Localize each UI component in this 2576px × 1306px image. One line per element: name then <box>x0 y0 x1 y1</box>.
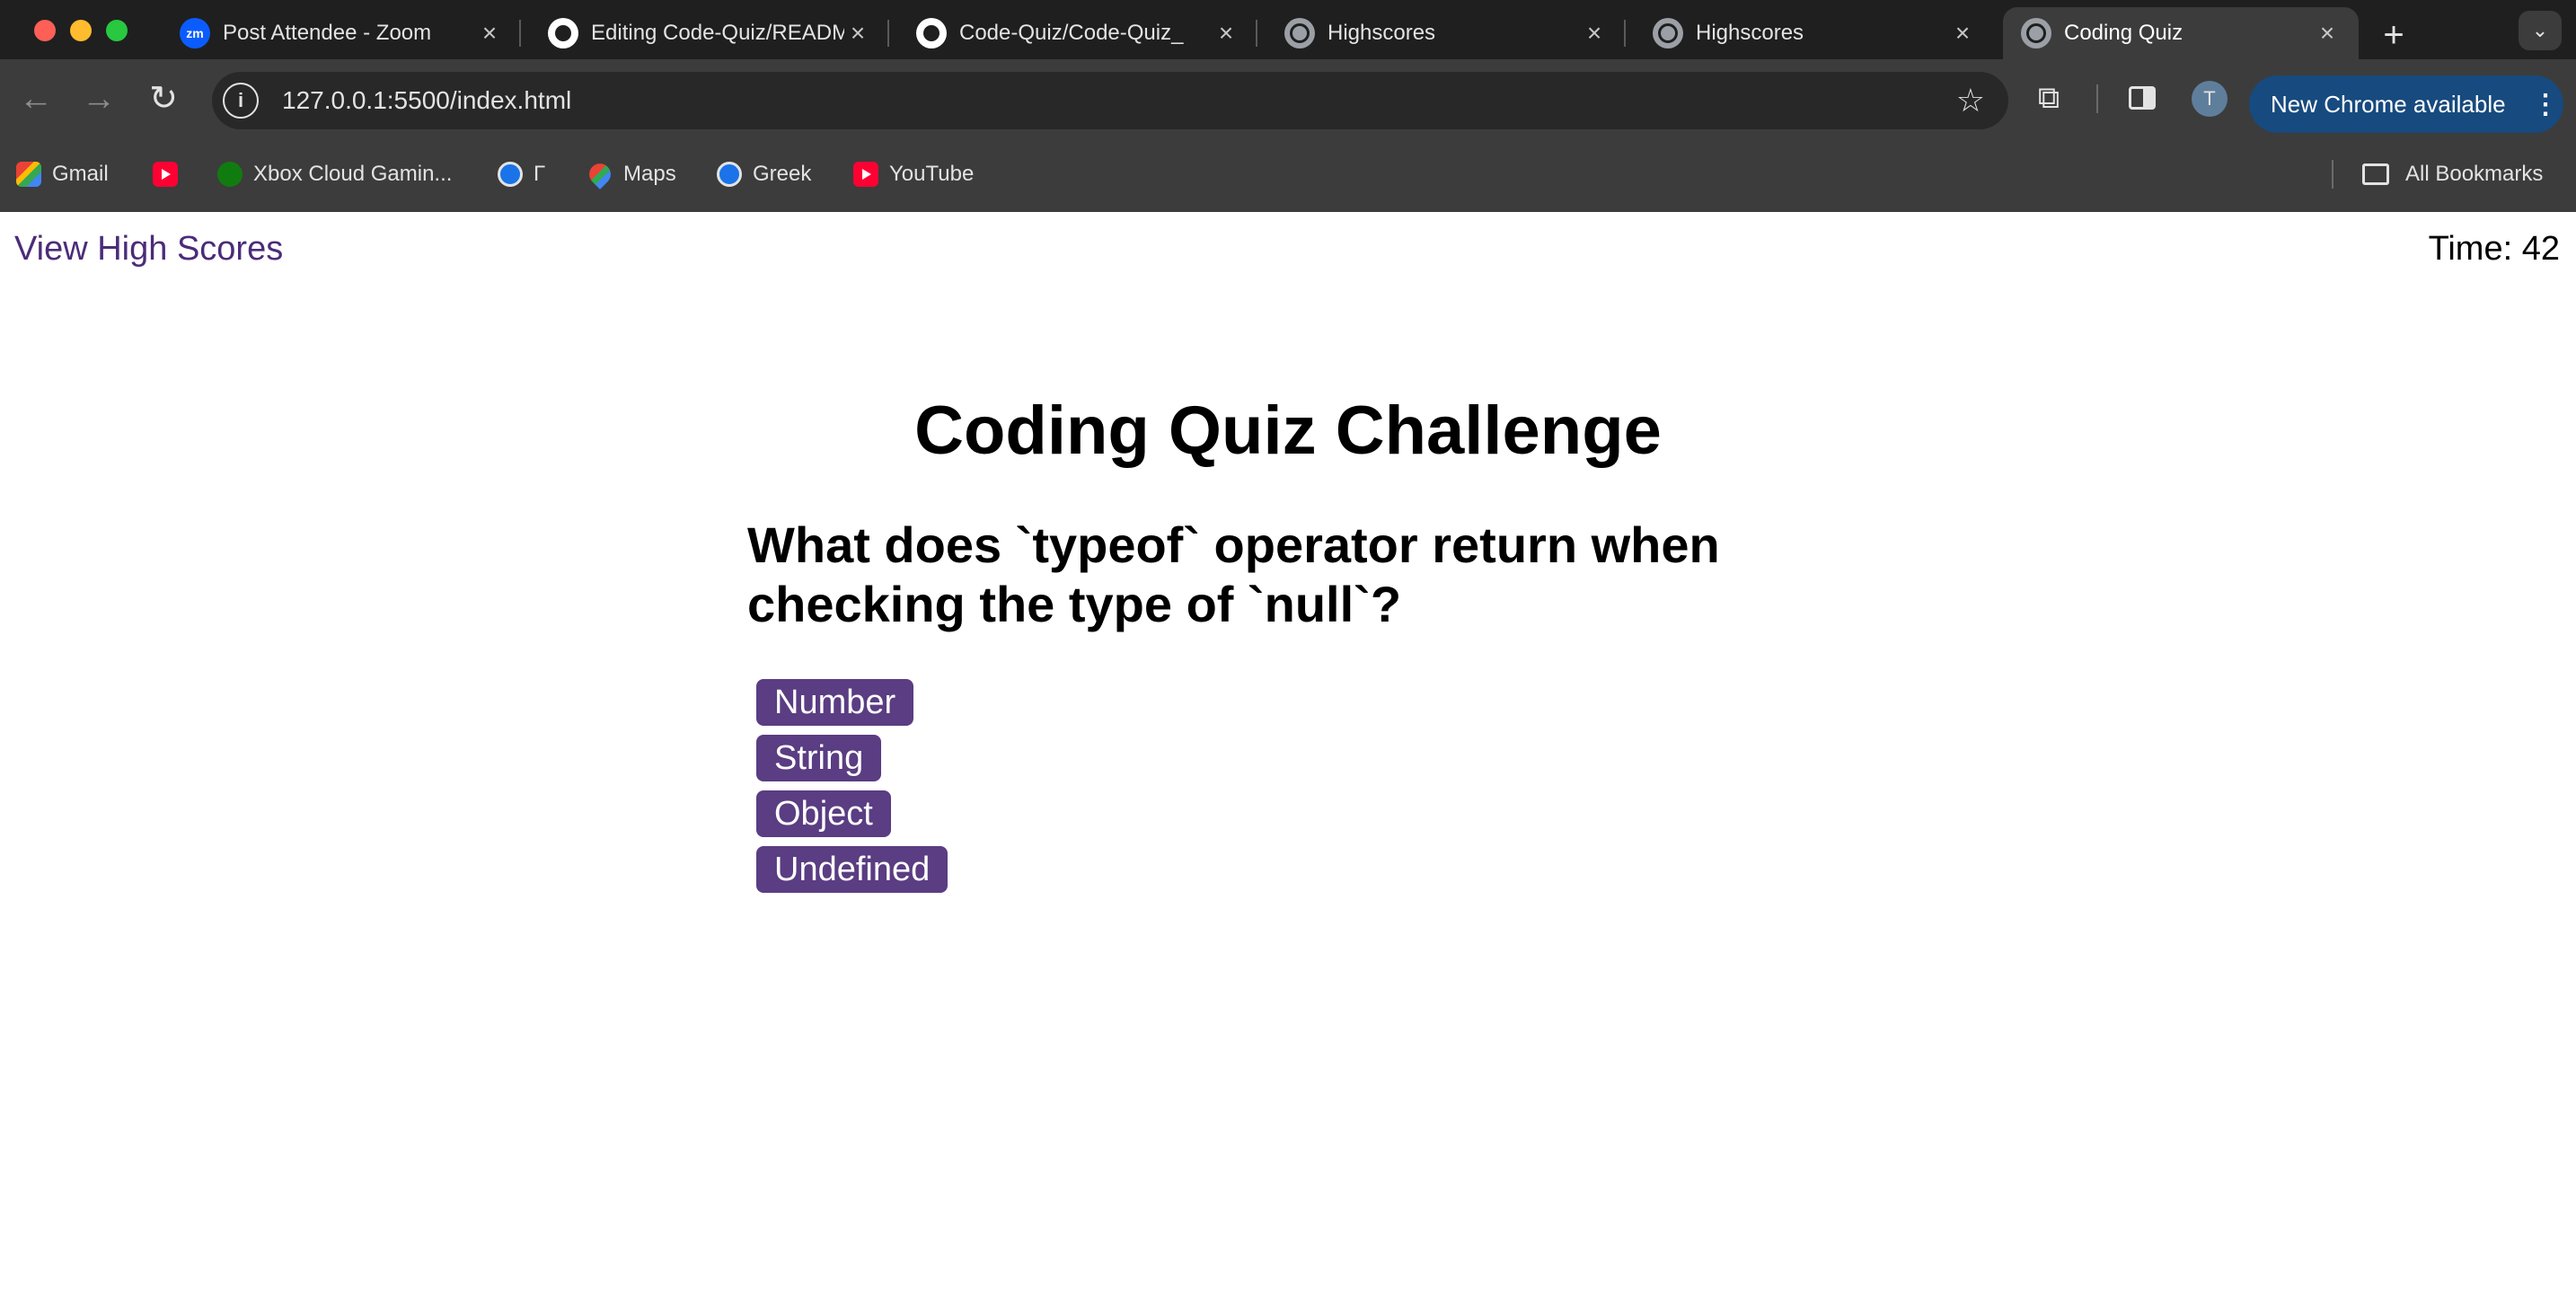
view-high-scores-link[interactable]: View High Scores <box>14 230 283 269</box>
greek-site-icon <box>498 162 523 187</box>
xbox-icon <box>217 162 243 187</box>
bookmark-star-icon[interactable]: ☆ <box>1956 82 1985 119</box>
bookmark-gamma[interactable]: Γ <box>498 154 545 194</box>
tab-strip: zm Post Attendee - Zoom × Editing Code-Q… <box>0 0 2576 59</box>
question-text: What does `typeof` operator return when … <box>747 516 1720 632</box>
forward-arrow-icon[interactable]: → <box>75 75 122 122</box>
tab-title: Coding Quiz <box>2064 21 2183 45</box>
folder-icon <box>2362 163 2389 185</box>
youtube-icon <box>853 162 878 187</box>
choice-number-button[interactable]: Number <box>756 679 914 726</box>
timer-value: 42 <box>2521 230 2560 268</box>
choice-string-button[interactable]: String <box>756 735 882 781</box>
tab-title: Code-Quiz/Code-Quiz_ <box>959 21 1184 45</box>
close-icon[interactable]: × <box>844 19 871 48</box>
bookmark-label: Gmail <box>52 162 109 186</box>
gmail-icon <box>16 162 41 187</box>
close-icon[interactable]: × <box>1581 19 1608 48</box>
close-icon[interactable]: × <box>476 19 503 48</box>
tab-editing-readme[interactable]: Editing Code-Quiz/README × <box>530 7 889 59</box>
bookmark-label: Γ <box>534 162 546 186</box>
bookmark-label: Maps <box>623 162 676 186</box>
tab-search-button[interactable]: ⌄ <box>2519 11 2562 50</box>
tab-title: Highscores <box>1696 21 1804 45</box>
new-tab-button[interactable]: + <box>2371 13 2416 57</box>
tab-title: Editing Code-Quiz/README <box>591 21 844 45</box>
close-window-button[interactable] <box>34 20 56 41</box>
youtube-icon <box>153 162 178 187</box>
tab-zoom[interactable]: zm Post Attendee - Zoom × <box>162 7 521 59</box>
url-text[interactable]: 127.0.0.1:5500/index.html <box>282 86 1956 115</box>
globe-icon <box>2021 18 2051 49</box>
maximize-window-button[interactable] <box>106 20 128 41</box>
choice-undefined-button[interactable]: Undefined <box>756 846 948 893</box>
profile-avatar[interactable]: T <box>2192 81 2228 117</box>
bookmarks-bar: Gmail Xbox Cloud Gamin... Γ Maps Greek Y… <box>0 138 2576 212</box>
bookmark-label: YouTube <box>889 162 975 186</box>
choice-object-button[interactable]: Object <box>756 790 891 837</box>
browser-toolbar: ← → ↻ i 127.0.0.1:5500/index.html ☆ ⧉ T … <box>0 59 2576 138</box>
more-menu-icon[interactable]: ⋮ <box>2527 89 2563 120</box>
close-icon[interactable]: × <box>1949 19 1976 48</box>
new-chrome-available-button[interactable]: New Chrome available ⋮ <box>2249 75 2563 133</box>
page-title: Coding Quiz Challenge <box>914 393 1662 469</box>
all-bookmarks-label: All Bookmarks <box>2405 162 2544 186</box>
tab-title: Post Attendee - Zoom <box>223 21 432 45</box>
bookmark-gmail[interactable]: Gmail <box>16 154 109 194</box>
site-info-icon[interactable]: i <box>223 83 259 119</box>
back-arrow-icon[interactable]: ← <box>13 75 59 122</box>
close-icon[interactable]: × <box>1213 19 1239 48</box>
timer-label: Time: <box>2428 230 2513 268</box>
greek-site-icon <box>717 162 742 187</box>
bookmark-label: Greek <box>753 162 812 186</box>
zoom-icon: zm <box>180 18 210 49</box>
extensions-puzzle-icon[interactable]: ⧉ <box>2028 77 2069 119</box>
bookmark-greek[interactable]: Greek <box>717 154 811 194</box>
bookmark-youtube[interactable]: YouTube <box>853 154 974 194</box>
answer-choices: Number String Object Undefined <box>756 679 948 902</box>
globe-icon <box>1284 18 1315 49</box>
tab-coding-quiz[interactable]: Coding Quiz × <box>2003 7 2359 59</box>
reload-icon[interactable]: ↻ <box>140 75 187 122</box>
timer: Time: 42 <box>2429 230 2560 269</box>
bookmark-youtube-icon-only[interactable] <box>153 154 189 194</box>
bookmark-label: Xbox Cloud Gamin... <box>253 162 453 186</box>
close-icon[interactable]: × <box>2314 19 2341 48</box>
maps-icon <box>585 159 615 190</box>
tab-code-quiz-repo[interactable]: Code-Quiz/Code-Quiz_ × <box>898 7 1257 59</box>
update-label: New Chrome available <box>2271 90 2506 118</box>
bookmark-maps[interactable]: Maps <box>585 154 676 194</box>
minimize-window-button[interactable] <box>70 20 92 41</box>
address-bar[interactable]: i 127.0.0.1:5500/index.html ☆ <box>212 72 2008 129</box>
github-icon <box>548 18 578 49</box>
github-icon <box>916 18 947 49</box>
tab-highscores-1[interactable]: Highscores × <box>1266 7 1626 59</box>
bookmark-xbox-cloud-gaming[interactable]: Xbox Cloud Gamin... <box>217 154 452 194</box>
tab-highscores-2[interactable]: Highscores × <box>1635 7 1994 59</box>
side-panel-icon[interactable] <box>2129 86 2156 110</box>
tab-title: Highscores <box>1328 21 1436 45</box>
globe-icon <box>1653 18 1683 49</box>
all-bookmarks-button[interactable]: All Bookmarks <box>2362 154 2543 194</box>
page-content: View High Scores Time: 42 Coding Quiz Ch… <box>0 212 2576 1306</box>
